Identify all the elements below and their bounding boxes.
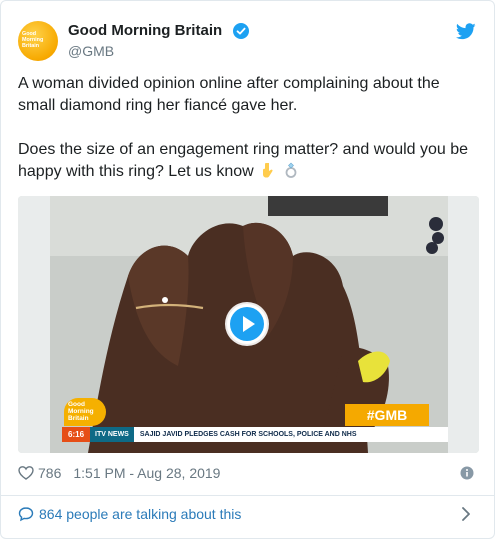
tweet-card: Good Morning Britain Good Morning Britai… [0,0,495,539]
tweet-text-paragraph-2: Does the size of an engagement ring matt… [18,139,480,183]
point-down-emoji-icon [263,163,273,178]
video-thumbnail[interactable]: Good Morning Britain #GMB 6:16 ITV NEWS … [18,196,479,453]
avatar-logo-text: Good Morning Britain [22,31,44,49]
avatar[interactable]: Good Morning Britain [18,21,58,61]
ticker-headline: SAJID JAVID PLEDGES CASH FOR SCHOOLS, PO… [139,431,357,438]
ticker-brand: ITV NEWS [90,427,134,442]
tweet-text-question: Does the size of an engagement ring matt… [18,141,469,180]
news-ticker: 6:16 ITV NEWS SAJID JAVID PLEDGES CASH F… [62,427,448,442]
verified-badge-icon [233,23,249,39]
chevron-right-icon[interactable] [461,506,471,522]
account-handle[interactable]: @GMB [68,42,114,60]
like-count[interactable]: 786 [38,465,61,481]
hashtag-badge: #GMB [345,404,429,426]
twitter-bird-icon[interactable] [456,23,476,40]
tweet-meta: 786 1:51 PM - Aug 28, 2019 [18,463,220,483]
conversation-link[interactable]: 864 people are talking about this [18,504,241,524]
divider [1,495,494,496]
heart-icon[interactable] [18,465,34,481]
account-name[interactable]: Good Morning Britain [68,21,222,41]
play-icon [230,307,264,341]
play-button[interactable] [227,304,267,344]
tweet-text-paragraph-1: A woman divided opinion online after com… [18,75,440,114]
ticker-time: 6:16 [62,427,91,442]
speech-bubble-icon [18,507,34,522]
gmb-logo-badge: Good Morning Britain [64,398,106,426]
tweet-timestamp[interactable]: 1:51 PM - Aug 28, 2019 [73,465,220,481]
info-icon[interactable] [460,466,474,480]
ring-emoji-icon [285,162,296,178]
conversation-count-text: 864 people are talking about this [39,506,242,522]
